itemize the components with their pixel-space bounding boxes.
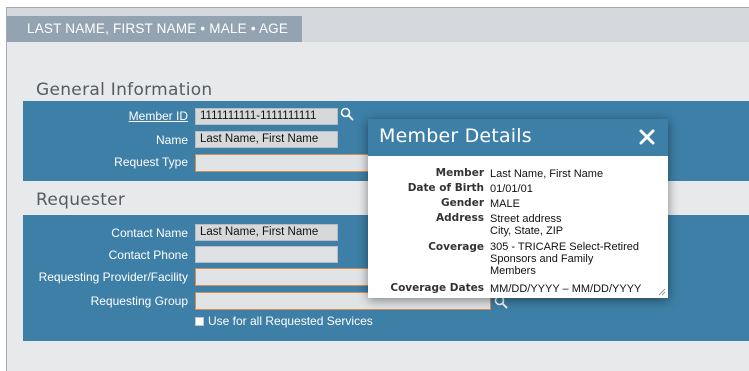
general-information-title: General Information	[36, 80, 213, 100]
member-details-modal: Member Details Member Last Name, First N…	[368, 119, 668, 298]
patient-header-tab: LAST NAME, FIRST NAME • MALE • AGE	[7, 16, 302, 42]
member-id-field[interactable]: 1111111111-1111111111	[195, 108, 338, 125]
use-for-all-label: Use for all Requested Services	[208, 314, 373, 328]
detail-label-member: Member	[435, 167, 484, 179]
requesting-group-label: Requesting Group	[90, 294, 188, 308]
modal-title: Member Details	[379, 125, 532, 147]
close-icon[interactable]	[638, 128, 656, 146]
detail-value-coverage-line3: Members	[490, 265, 536, 277]
use-for-all-checkbox[interactable]	[195, 317, 204, 326]
detail-label-coverage: Coverage	[428, 241, 484, 253]
detail-label-dob: Date of Birth	[407, 182, 484, 194]
request-type-select[interactable]	[195, 154, 375, 172]
detail-value-address-line2: City, State, ZIP	[490, 225, 564, 237]
detail-value-coverage-line2: Sponsors and Family	[490, 253, 594, 265]
detail-value-coverage-dates: MM/DD/YYYY – MM/DD/YYYY	[490, 283, 642, 295]
detail-label-address: Address	[436, 212, 484, 224]
requesting-provider-field[interactable]	[195, 268, 375, 286]
detail-label-gender: Gender	[440, 197, 484, 209]
contact-phone-label: Contact Phone	[108, 248, 188, 262]
detail-value-dob: 01/01/01	[490, 183, 533, 195]
contact-name-label: Contact Name	[111, 226, 188, 240]
detail-value-member: Last Name, First Name	[490, 168, 604, 180]
detail-value-coverage-line1: 305 - TRICARE Select-Retired	[490, 241, 639, 253]
modal-header: Member Details	[368, 119, 668, 156]
detail-label-coverage-dates: Coverage Dates	[390, 282, 484, 294]
contact-phone-field[interactable]	[195, 246, 338, 263]
member-id-link[interactable]: Member ID	[129, 109, 188, 123]
search-icon[interactable]	[340, 107, 354, 121]
requester-title: Requester	[36, 190, 126, 210]
detail-value-gender: MALE	[490, 198, 520, 210]
detail-value-address-line1: Street address	[490, 213, 562, 225]
resize-grip-icon[interactable]	[658, 288, 666, 296]
name-label: Name	[155, 133, 188, 147]
requesting-provider-label: Requesting Provider/Facility	[38, 270, 188, 284]
request-type-label: Request Type	[114, 155, 188, 169]
contact-name-field[interactable]: Last Name, First Name	[195, 224, 338, 241]
name-field[interactable]: Last Name, First Name	[195, 131, 338, 148]
